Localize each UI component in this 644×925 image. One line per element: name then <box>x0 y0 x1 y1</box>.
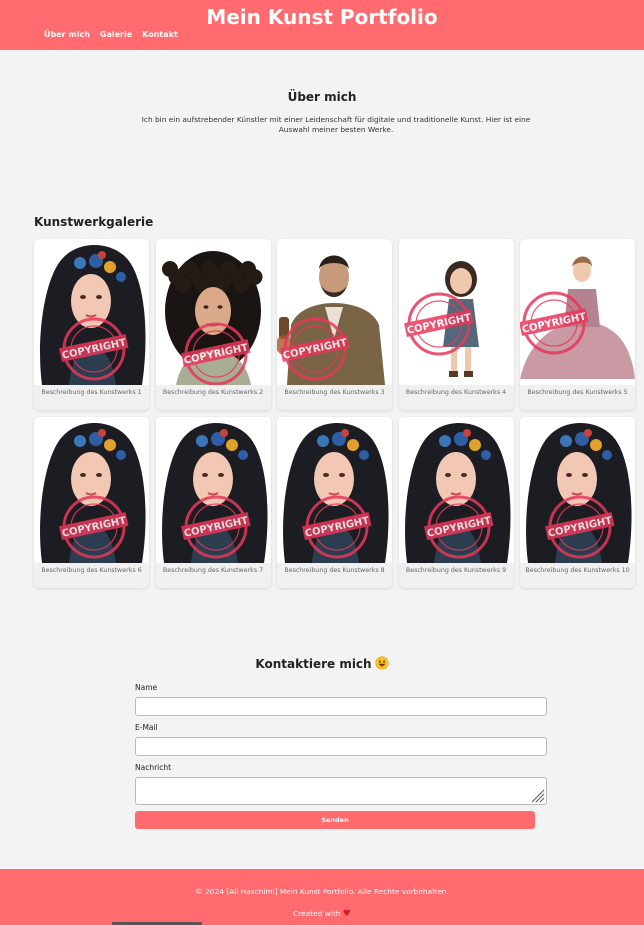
artwork-caption: Beschreibung des Kunstwerks 9 <box>398 563 514 588</box>
footer-created-with: Created with ♥ <box>0 909 644 919</box>
artwork-card[interactable]: COPYRIGHT Beschreibung des Kunstwerks 7 <box>155 417 271 588</box>
artwork-image: COPYRIGHT <box>34 239 149 385</box>
heart-icon: ♥ <box>342 909 351 919</box>
artwork-caption: Beschreibung des Kunstwerks 2 <box>155 385 271 410</box>
main-nav: Über mich Galerie Kontakt <box>44 30 178 39</box>
artwork-image: COPYRIGHT <box>155 417 271 563</box>
email-input[interactable] <box>135 737 547 756</box>
name-label: Name <box>135 683 158 692</box>
artwork-image: COPYRIGHT <box>520 239 635 385</box>
nav-link-gallery[interactable]: Galerie <box>100 30 132 39</box>
resize-grip-icon[interactable] <box>529 788 545 803</box>
artwork-image: COPYRIGHT <box>398 417 514 563</box>
artwork-card[interactable]: COPYRIGHT Beschreibung des Kunstwerks 9 <box>398 417 514 588</box>
artwork-card[interactable]: COPYRIGHT Beschreibung des Kunstwerks 4 <box>398 239 514 410</box>
artwork-card[interactable]: COPYRIGHT Beschreibung des Kunstwerks 2 <box>155 239 271 410</box>
artwork-card[interactable]: COPYRIGHT Beschreibung des Kunstwerks 8 <box>277 417 392 588</box>
artwork-caption: Beschreibung des Kunstwerks 10 <box>520 563 635 588</box>
about-heading: Über mich <box>287 90 357 104</box>
artwork-card[interactable]: COPYRIGHT Beschreibung des Kunstwerks 6 <box>34 417 149 588</box>
artwork-image: COPYRIGHT <box>520 417 635 563</box>
gallery-heading: Kunstwerkgalerie <box>34 215 154 229</box>
send-button[interactable]: Senden <box>135 811 535 829</box>
artwork-caption: Beschreibung des Kunstwerks 7 <box>155 563 271 588</box>
artwork-caption: Beschreibung des Kunstwerks 3 <box>277 385 392 410</box>
contact-heading: Kontaktiere mich <box>0 656 644 671</box>
created-with-text: Created with <box>293 909 341 918</box>
artwork-image: COPYRIGHT <box>155 239 271 385</box>
artwork-card[interactable]: COPYRIGHT Beschreibung des Kunstwerks 10 <box>520 417 635 588</box>
about-text: Ich bin ein aufstrebender Künstler mit e… <box>141 115 531 134</box>
artwork-image: COPYRIGHT <box>398 239 514 385</box>
site-header: Mein Kunst Portfolio Über mich Galerie K… <box>0 0 644 50</box>
site-footer: © 2024 [Ali Haschimi] Mein Kunst Portfol… <box>0 869 644 925</box>
artwork-card[interactable]: COPYRIGHT Beschreibung des Kunstwerks 5 <box>520 239 635 410</box>
artwork-caption: Beschreibung des Kunstwerks 1 <box>34 385 149 410</box>
message-label: Nachricht <box>135 763 172 772</box>
artwork-card[interactable]: COPYRIGHT Beschreibung des Kunstwerks 1 <box>34 239 149 410</box>
message-textarea[interactable] <box>135 777 547 805</box>
artwork-card[interactable]: COPYRIGHT Beschreibung des Kunstwerks 3 <box>277 239 392 410</box>
email-label: E-Mail <box>135 723 158 732</box>
artwork-caption: Beschreibung des Kunstwerks 5 <box>520 385 635 410</box>
grinning-face-emoji-icon <box>375 656 389 670</box>
artwork-caption: Beschreibung des Kunstwerks 8 <box>277 563 392 588</box>
artwork-caption: Beschreibung des Kunstwerks 6 <box>34 563 149 588</box>
contact-heading-text: Kontaktiere mich <box>255 657 372 671</box>
artwork-image: COPYRIGHT <box>277 239 392 385</box>
nav-link-contact[interactable]: Kontakt <box>142 30 178 39</box>
footer-copyright: © 2024 [Ali Haschimi] Mein Kunst Portfol… <box>195 887 449 896</box>
artwork-image: COPYRIGHT <box>277 417 392 563</box>
site-title: Mein Kunst Portfolio <box>206 5 438 29</box>
name-input[interactable] <box>135 697 547 716</box>
artwork-image: COPYRIGHT <box>34 417 149 563</box>
artwork-caption: Beschreibung des Kunstwerks 4 <box>398 385 514 410</box>
nav-link-about[interactable]: Über mich <box>44 30 90 39</box>
artwork-gallery: COPYRIGHT Beschreibung des Kunstwerks 1 CO… <box>34 239 636 588</box>
